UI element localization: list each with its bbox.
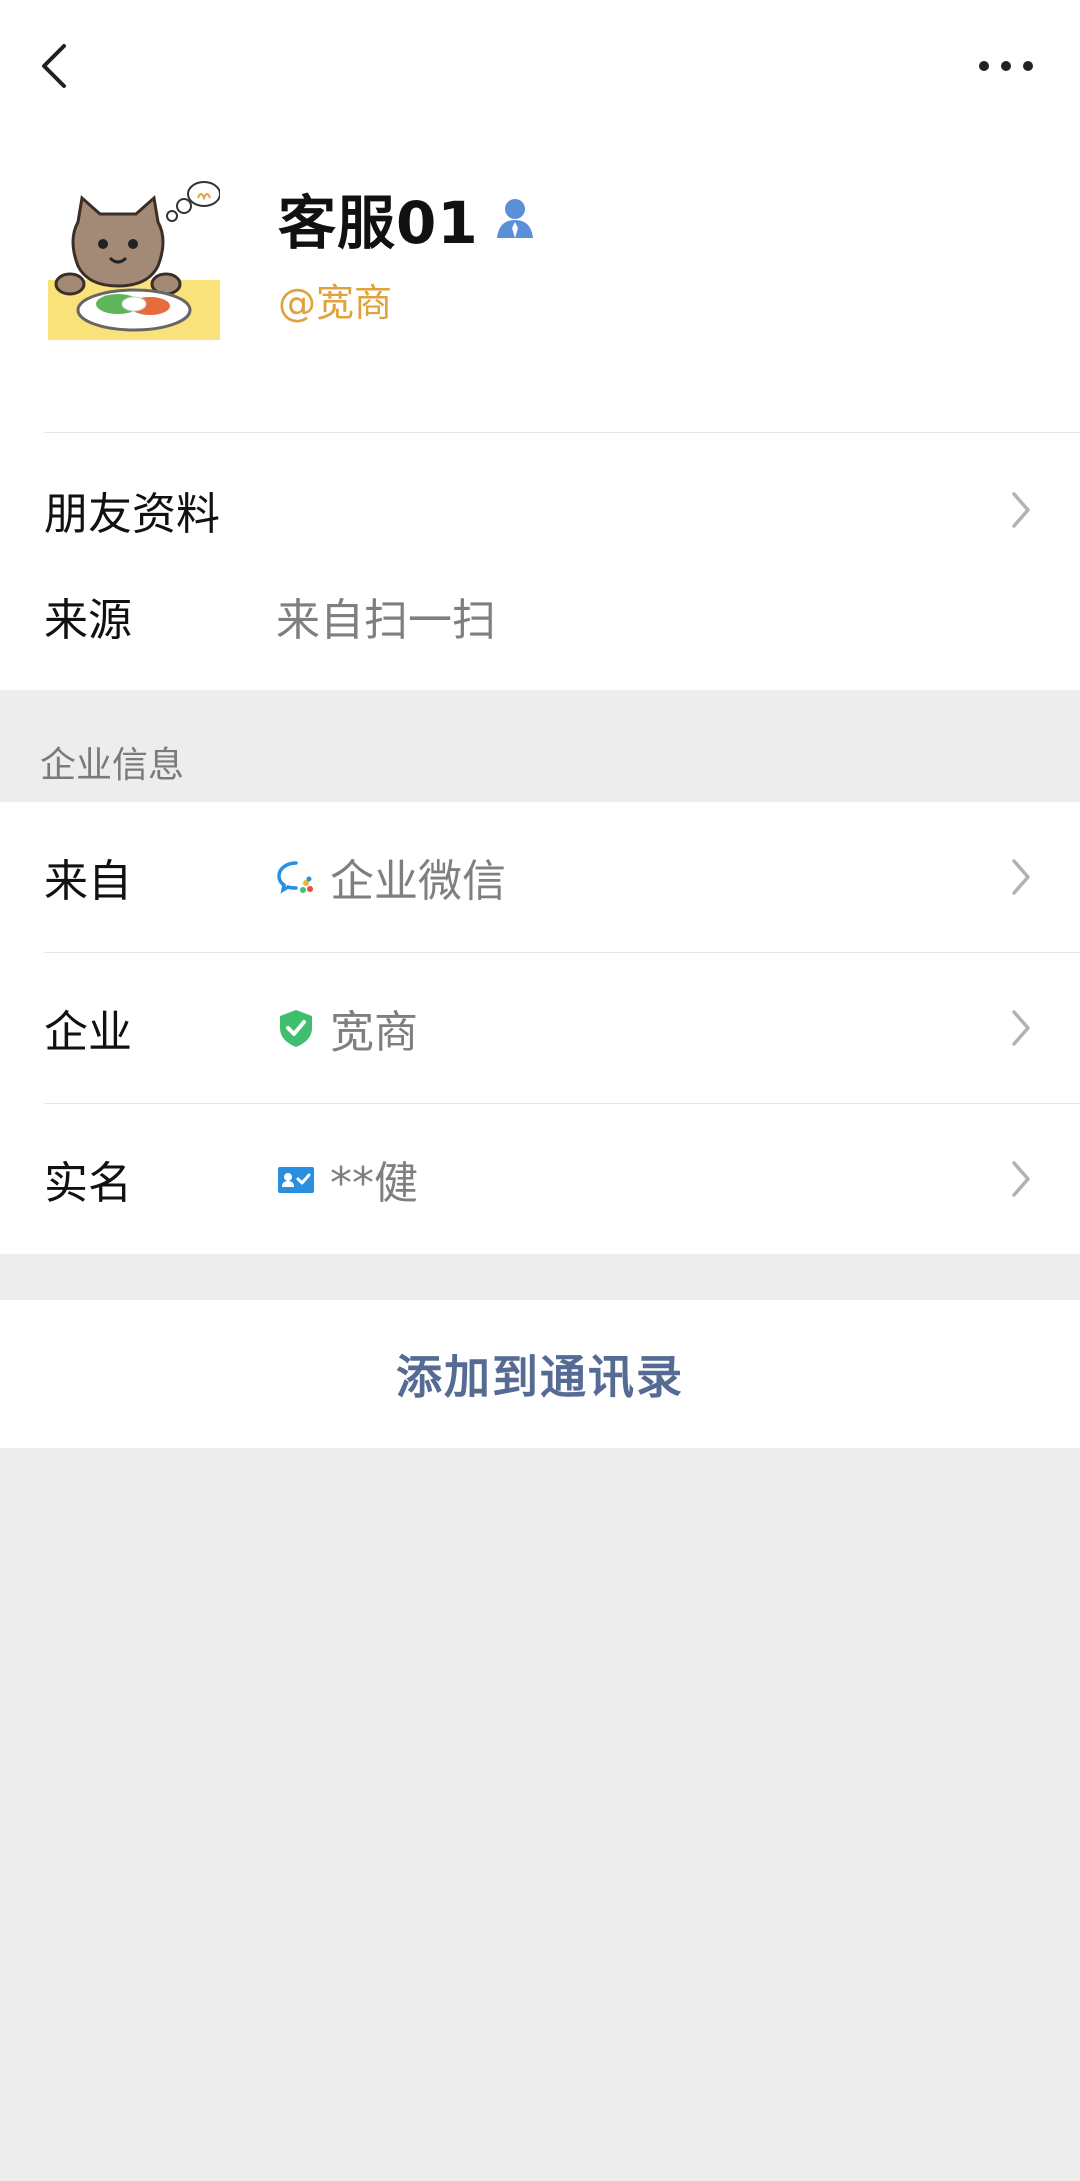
from-label: 来自	[44, 856, 132, 907]
friend-info-label: 朋友资料	[44, 489, 220, 540]
person-icon	[496, 199, 533, 238]
real-name-value: **健	[276, 1147, 418, 1211]
wecom-icon	[277, 861, 313, 894]
id-card-icon	[278, 1167, 314, 1193]
name-row: 客服01	[278, 178, 535, 258]
divider	[44, 432, 1080, 433]
section-title-enterprise-info: 企业信息	[40, 745, 185, 786]
chevron-right-icon	[1012, 492, 1030, 528]
chevron-left-icon	[42, 44, 66, 88]
avatar[interactable]	[48, 180, 220, 340]
source-row: 来源 来自扫一扫	[0, 566, 1080, 666]
chevron-right-icon	[1012, 859, 1030, 895]
friend-info-row[interactable]: 朋友资料	[0, 460, 1080, 560]
source-value: 来自扫一扫	[276, 595, 496, 646]
enterprise-real-name-row[interactable]: 实名 **健	[0, 1104, 1080, 1254]
from-value: 企业微信	[276, 845, 506, 909]
enterprise-info-card: 来自 企业微信 企业 宽商 实名 **健	[0, 802, 1080, 1254]
company-handle: @宽商	[278, 281, 393, 325]
real-name-label: 实名	[44, 1158, 132, 1209]
company-label: 企业	[44, 1007, 132, 1058]
add-to-contacts-label: 添加到通讯录	[396, 1350, 684, 1404]
chevron-right-icon	[1012, 1161, 1030, 1197]
company-value-text: 宽商	[330, 1007, 418, 1058]
source-label: 来源	[44, 595, 132, 646]
more-options-button[interactable]	[970, 46, 1042, 86]
contact-name: 客服01	[278, 189, 479, 257]
company-value: 宽商	[276, 996, 418, 1060]
from-value-text: 企业微信	[330, 856, 506, 907]
enterprise-from-row[interactable]: 来自 企业微信	[0, 802, 1080, 952]
add-to-contacts-button[interactable]: 添加到通讯录	[0, 1300, 1080, 1448]
profile-header: 客服01 @宽商 朋友资料 来源 来自扫一扫	[0, 0, 1080, 690]
enterprise-company-row[interactable]: 企业 宽商	[0, 953, 1080, 1103]
real-name-value-text: **健	[330, 1158, 418, 1209]
verified-shield-icon	[280, 1010, 312, 1047]
chevron-right-icon	[1012, 1010, 1030, 1046]
back-button[interactable]	[30, 36, 80, 96]
more-dots-icon	[979, 61, 1033, 71]
